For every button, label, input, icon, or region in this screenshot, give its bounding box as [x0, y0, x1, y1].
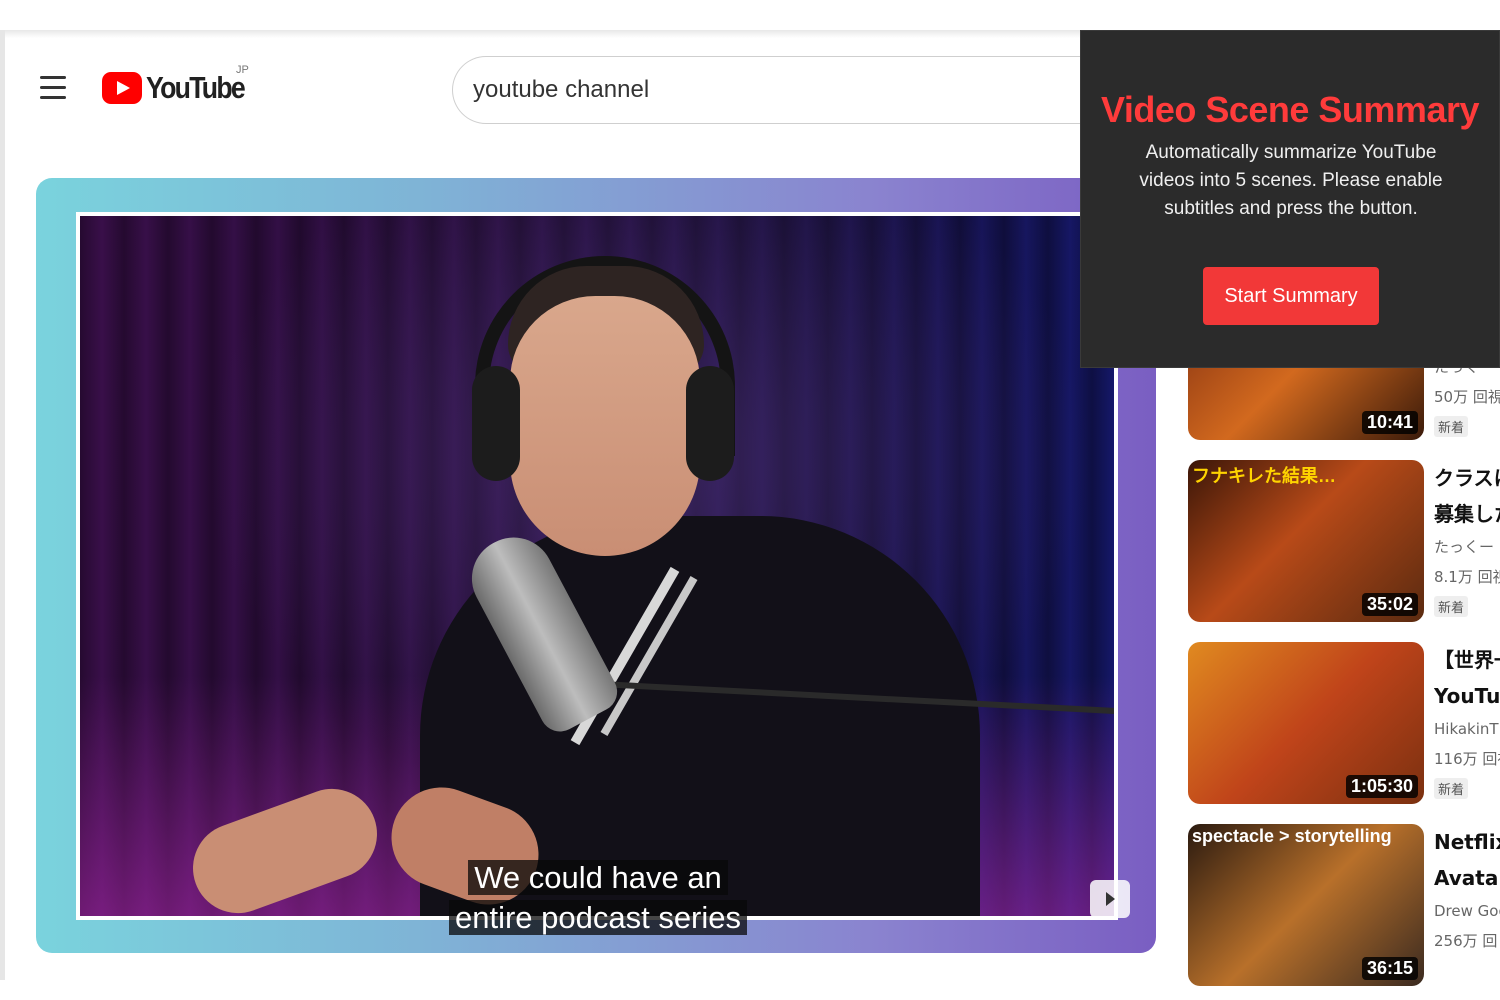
- scene-summary-popup: Video Scene Summary Automatically summar…: [1080, 30, 1500, 368]
- video-title: 募集した: [1434, 502, 1500, 526]
- video-title: 【世界一: [1434, 648, 1500, 672]
- channel-name: HikakinT: [1434, 720, 1499, 738]
- video-meta[interactable]: 【世界一 YouTub HikakinT 116万 回視 新着: [1434, 642, 1500, 799]
- video-meta[interactable]: Netflix i Avatar Drew Gooc 256万 回: [1434, 824, 1500, 956]
- browser-top-edge: [0, 30, 1080, 38]
- browser-left-edge: [0, 30, 5, 980]
- video-title: Avatar: [1434, 866, 1500, 890]
- new-badge: 新着: [1434, 416, 1469, 437]
- recommendation-item[interactable]: フナキレた結果… 35:02 クラスに 募集した たっくー 8.1万 回視 新着: [1188, 460, 1500, 622]
- video-title: Netflix i: [1434, 830, 1500, 854]
- start-summary-button[interactable]: Start Summary: [1203, 267, 1379, 325]
- view-count: 256万 回: [1434, 932, 1498, 950]
- view-count: 8.1万 回視: [1434, 568, 1500, 586]
- video-meta[interactable]: クラスに 募集した たっくー 8.1万 回視 新着: [1434, 460, 1500, 617]
- video-thumbnail[interactable]: spectacle > storytelling 36:15: [1188, 824, 1424, 986]
- logo-region-label: JP: [236, 64, 249, 76]
- duration-badge: 36:15: [1361, 957, 1418, 980]
- channel-name: たっくー: [1434, 538, 1495, 556]
- video-title: クラスに: [1434, 466, 1500, 490]
- new-badge: 新着: [1434, 778, 1469, 799]
- video-player[interactable]: [76, 212, 1118, 920]
- play-next-icon[interactable]: [1090, 880, 1130, 918]
- youtube-play-icon: [102, 72, 142, 104]
- page: YouTube JP youtube channel We could have…: [0, 0, 1500, 1000]
- duration-badge: 1:05:30: [1345, 775, 1418, 798]
- thumbnail-caption: フナキレた結果…: [1192, 466, 1336, 486]
- speaker-face: [510, 296, 700, 556]
- logo-text: YouTube: [146, 70, 246, 105]
- recommendation-item[interactable]: 1:05:30 【世界一 YouTub HikakinT 116万 回視 新着: [1188, 642, 1500, 804]
- popup-description: Automatically summarize YouTube videos i…: [1139, 142, 1443, 219]
- channel-name: Drew Gooc: [1434, 902, 1500, 920]
- video-thumbnail[interactable]: 1:05:30: [1188, 642, 1424, 804]
- duration-badge: 10:41: [1361, 411, 1418, 434]
- video-thumbnail[interactable]: フナキレた結果… 35:02: [1188, 460, 1424, 622]
- new-badge: 新着: [1434, 596, 1469, 617]
- hamburger-menu-icon[interactable]: [40, 76, 66, 100]
- view-count: 50万 回視: [1434, 388, 1500, 406]
- search-input[interactable]: youtube channel: [452, 56, 1092, 124]
- search-input-value: youtube channel: [473, 76, 650, 103]
- video-title: YouTub: [1434, 684, 1500, 708]
- duration-badge: 35:02: [1361, 593, 1418, 616]
- popup-title: Video Scene Summary: [1100, 89, 1480, 130]
- view-count: 116万 回視: [1434, 750, 1500, 768]
- recommendation-item[interactable]: spectacle > storytelling 36:15 Netflix i…: [1188, 824, 1500, 986]
- thumbnail-caption: spectacle > storytelling: [1192, 826, 1392, 846]
